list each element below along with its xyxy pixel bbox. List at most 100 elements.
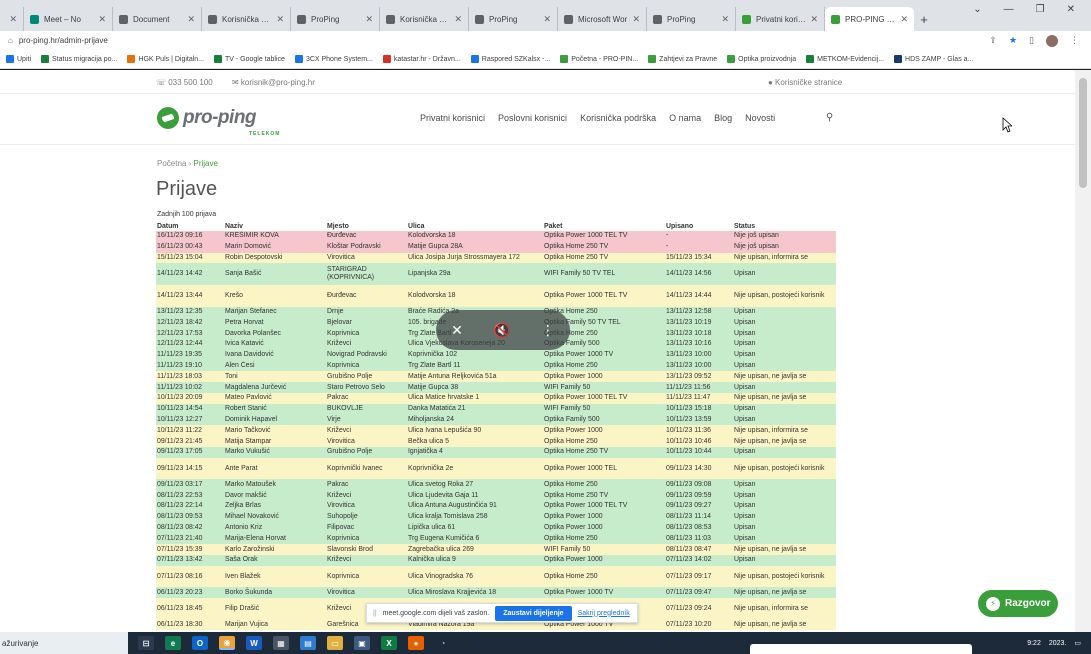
- browser-tab[interactable]: ProPing ✕: [291, 7, 380, 31]
- table-cell: 07/11/23 09:24: [665, 598, 733, 620]
- column-header[interactable]: Mjesto: [326, 221, 407, 231]
- phone-link[interactable]: ☏ 033 500 100: [156, 78, 213, 87]
- bookmark-item[interactable]: 3CX Phone System...: [294, 55, 373, 63]
- tab-close-icon[interactable]: ✕: [454, 14, 462, 25]
- email-link[interactable]: ✉ korisnik@pro-ping.hr: [232, 78, 315, 87]
- side-panel-icon[interactable]: ▯: [1029, 35, 1034, 46]
- restore-icon[interactable]: ❐: [1036, 4, 1045, 15]
- bookmark-star-icon[interactable]: ★: [1009, 35, 1017, 46]
- bookmark-item[interactable]: Upiti: [6, 55, 31, 63]
- scrollbar-thumb[interactable]: [1079, 78, 1087, 188]
- bookmark-item[interactable]: Raspored SZKalsx -...: [470, 55, 550, 63]
- table-cell: 15/11/23 15:04: [156, 252, 224, 264]
- browser-tab[interactable]: Meet – No ✕: [24, 7, 113, 31]
- remote-desktop-icon[interactable]: ▣: [354, 636, 370, 650]
- calculator-icon[interactable]: ▦: [273, 636, 289, 650]
- browser-tab[interactable]: Korisnička pod ✕: [380, 7, 469, 31]
- bookmark-item[interactable]: HGK Puls | Digitaln...: [127, 55, 204, 63]
- word-icon[interactable]: W: [246, 636, 262, 650]
- notifications-icon[interactable]: ▭: [1074, 639, 1081, 647]
- url-input[interactable]: pro-ping.hr/admin-prijave: [19, 36, 990, 45]
- clock-time[interactable]: 9:22: [1027, 640, 1041, 647]
- table-cell: Optika Home 250: [543, 360, 665, 372]
- nav-link[interactable]: Korisnička podrška: [580, 113, 656, 123]
- browser-tab[interactable]: ProPing ✕: [469, 7, 558, 31]
- drag-handle-icon[interactable]: ||: [373, 610, 377, 617]
- browser-tab[interactable]: PRO-PING Tele ✕: [825, 7, 914, 31]
- table-cell: Ignjatička 4: [407, 446, 543, 458]
- browser-tab[interactable]: ProPing ✕: [647, 7, 736, 31]
- mute-icon[interactable]: 🔇: [493, 322, 510, 339]
- firefox-icon[interactable]: ●: [408, 636, 424, 650]
- back-icon[interactable]: ⌂: [8, 36, 13, 45]
- column-header[interactable]: Ulica: [407, 221, 543, 231]
- bookmark-item[interactable]: Optika proizvodnja: [727, 55, 796, 63]
- tab-close-icon[interactable]: ✕: [9, 14, 17, 25]
- bookmark-item[interactable]: katastar.hr - Državn...: [382, 55, 461, 63]
- menu-icon[interactable]: ⋮: [1070, 35, 1079, 46]
- table-cell: Nije upisan, ne javlja se: [733, 544, 836, 555]
- bookmark-item[interactable]: HDS ZAMP - Glas a...: [894, 55, 973, 63]
- table-cell: Zeljka Brlas: [224, 500, 326, 512]
- profile-avatar[interactable]: [1046, 34, 1058, 47]
- tab-close-icon[interactable]: ✕: [810, 14, 818, 25]
- nav-link[interactable]: Privatni korisnici: [420, 113, 485, 123]
- store-icon[interactable]: ▤: [300, 636, 316, 650]
- breadcrumb-home[interactable]: Početna: [157, 159, 186, 168]
- column-header[interactable]: Naziv: [224, 221, 326, 231]
- chat-button[interactable]: ⚡ Razgovor: [978, 590, 1058, 617]
- site-logo[interactable]: pro-ping TELEKOM: [157, 107, 279, 137]
- hide-bar-link[interactable]: Sakrij pregledník: [578, 610, 630, 617]
- unpin-icon[interactable]: ✕: [451, 322, 463, 339]
- nav-link[interactable]: O nama: [669, 113, 701, 123]
- chrome-icon[interactable]: ◉: [219, 636, 235, 650]
- bookmark-item[interactable]: Status migracija po...: [41, 55, 117, 63]
- column-header[interactable]: Datum: [156, 221, 224, 231]
- clock-date[interactable]: 2023.: [1049, 640, 1067, 647]
- network-app-icon[interactable]: ◔: [435, 636, 451, 650]
- stop-sharing-button[interactable]: Zaustavi dijeljenje: [495, 605, 572, 621]
- tab-close-icon[interactable]: ✕: [632, 14, 640, 25]
- tab-close-icon[interactable]: ✕: [543, 14, 551, 25]
- tab-favicon-icon: [297, 14, 306, 24]
- search-icon[interactable]: ⚲: [826, 112, 833, 123]
- tab-search-icon[interactable]: ⌄: [973, 4, 981, 15]
- account-link[interactable]: ● Korisničke stranice: [768, 78, 842, 87]
- more-options-icon[interactable]: ⋮: [541, 322, 555, 339]
- tab-close-icon[interactable]: ✕: [721, 14, 729, 25]
- tab-close-icon[interactable]: ✕: [276, 14, 284, 25]
- column-header[interactable]: Status: [733, 221, 836, 231]
- share-icon[interactable]: ⇪: [989, 35, 997, 46]
- nav-link[interactable]: Poslovni korisnici: [498, 113, 567, 123]
- minimize-icon[interactable]: —: [1004, 4, 1014, 15]
- close-window-icon[interactable]: ✕: [1067, 4, 1075, 15]
- bookmark-item[interactable]: Početna - PRO-PIN...: [560, 55, 638, 63]
- tab-close-icon[interactable]: ✕: [365, 14, 373, 25]
- table-cell: 13/11/23 10:16: [665, 338, 733, 350]
- file-explorer-icon[interactable]: ▭: [327, 636, 343, 650]
- column-header[interactable]: Upisano: [665, 221, 733, 231]
- outlook-icon[interactable]: O: [192, 636, 208, 650]
- nav-link[interactable]: Blog: [714, 113, 732, 123]
- browser-tab[interactable]: Document ✕: [113, 7, 202, 31]
- excel-icon[interactable]: X: [381, 636, 397, 650]
- tab-close-icon[interactable]: ✕: [187, 14, 195, 25]
- browser-tab[interactable]: ✕: [0, 7, 24, 31]
- bookmark-item[interactable]: METKOM-Evidencij...: [806, 55, 884, 63]
- tab-close-icon[interactable]: ✕: [98, 14, 106, 25]
- tab-close-icon[interactable]: ✕: [900, 14, 908, 25]
- edge-icon[interactable]: e: [165, 636, 181, 650]
- browser-tab[interactable]: Korisnička pod ✕: [202, 7, 291, 31]
- nav-link[interactable]: Novosti: [745, 113, 775, 123]
- bookmark-label: METKOM-Evidencij...: [817, 55, 885, 63]
- browser-tab[interactable]: Privatni korisni ✕: [736, 7, 825, 31]
- column-header[interactable]: Paket: [543, 221, 665, 231]
- browser-tab[interactable]: Microsoft Wor ✕: [558, 7, 647, 31]
- bookmark-item[interactable]: TV - Google tablice: [214, 55, 285, 63]
- page-scrollbar[interactable]: [1075, 70, 1091, 632]
- task-view-icon[interactable]: ⊟: [138, 636, 154, 650]
- bookmark-item[interactable]: Zahtjevi za Pravne: [648, 55, 717, 63]
- new-tab-button[interactable]: +: [914, 7, 934, 31]
- table-cell: Virovitica: [326, 436, 407, 447]
- table-cell: 10/11/23 10:44: [665, 446, 733, 458]
